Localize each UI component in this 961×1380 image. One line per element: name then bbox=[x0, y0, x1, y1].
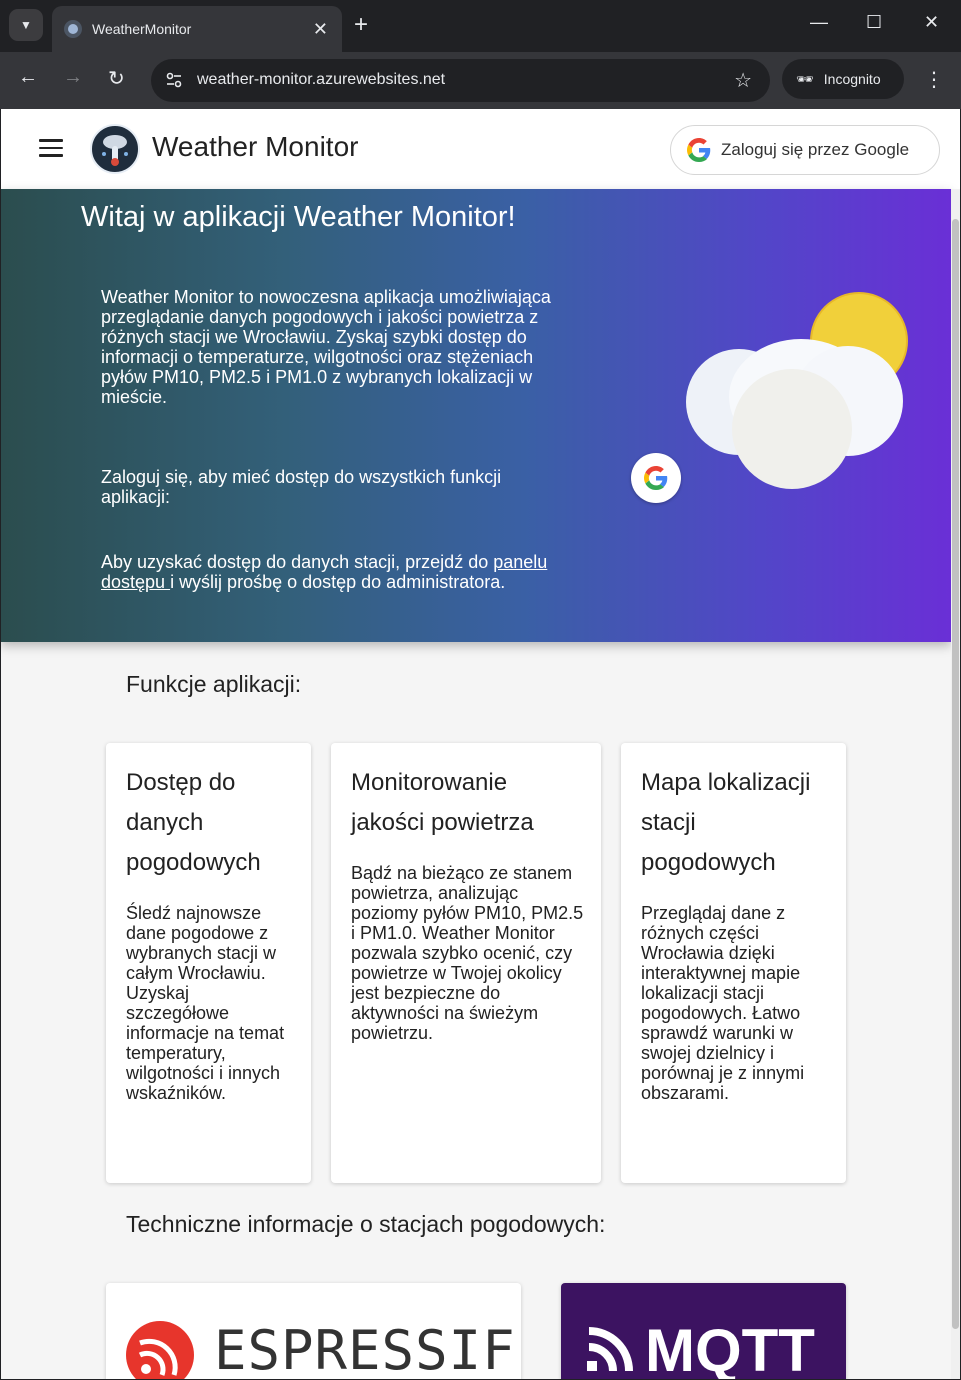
weather-illustration-icon bbox=[686, 292, 908, 489]
browser-tab-bar: ▼ WeatherMonitor ✕ + — ☐ ✕ bbox=[0, 0, 961, 52]
google-g-icon bbox=[644, 466, 668, 490]
mqtt-logo-icon bbox=[587, 1327, 633, 1372]
feature-card-text: Bądź na bieżąco ze stanem powietrza, ana… bbox=[351, 863, 584, 1043]
app-favicon-icon bbox=[64, 20, 82, 38]
back-arrow-icon[interactable]: ← bbox=[18, 66, 38, 89]
new-tab-button[interactable]: + bbox=[354, 12, 368, 38]
incognito-label: Incognito bbox=[823, 71, 881, 87]
window-close-icon[interactable]: ✕ bbox=[924, 12, 939, 33]
site-info-icon[interactable] bbox=[165, 71, 183, 89]
tech-section-title: Techniczne informacje o stacjach pogodow… bbox=[126, 1211, 606, 1237]
scrollbar-thumb[interactable] bbox=[952, 219, 959, 1329]
maximize-icon[interactable]: ☐ bbox=[866, 12, 882, 33]
hero-access-info: Aby uzyskać dostęp do danych stacji, prz… bbox=[101, 552, 561, 592]
chevron-down-icon: ▼ bbox=[20, 18, 32, 32]
browser-toolbar: ← → ↻ weather-monitor.azurewebsites.net … bbox=[0, 52, 961, 109]
feature-card-title: Mapa lokalizacji stacji pogodowych bbox=[641, 769, 811, 876]
minimize-icon[interactable]: — bbox=[810, 12, 828, 33]
google-g-icon bbox=[687, 138, 711, 162]
address-bar[interactable]: weather-monitor.azurewebsites.net ☆ bbox=[151, 59, 770, 102]
feature-card-text: Przeglądaj dane z różnych części Wrocław… bbox=[641, 903, 805, 1103]
tab-title: WeatherMonitor bbox=[92, 21, 192, 37]
hero-login-prompt: Zaloguj się, aby mieć dostęp do wszystki… bbox=[101, 467, 502, 507]
google-login-fab[interactable] bbox=[631, 453, 681, 503]
page-scrollbar[interactable] bbox=[951, 189, 960, 1379]
tab-search-button[interactable]: ▼ bbox=[9, 9, 43, 41]
feature-card-weather: Dostęp do danych pogodowych Śledź najnow… bbox=[106, 743, 311, 1183]
app-brand-title: Weather Monitor bbox=[152, 131, 359, 162]
espressif-logo-text: ESPRESSIF bbox=[214, 1319, 516, 1379]
app-logo-icon bbox=[90, 124, 140, 174]
google-login-button[interactable]: Zaloguj się przez Google bbox=[670, 125, 940, 175]
app-header: Weather Monitor Zaloguj się przez Google bbox=[1, 109, 960, 189]
incognito-badge[interactable]: 🕶 Incognito bbox=[782, 59, 904, 99]
access-text-before: Aby uzyskać dostęp do danych stacji, prz… bbox=[101, 552, 494, 572]
google-login-label: Zaloguj się przez Google bbox=[721, 140, 910, 159]
feature-card-air-quality: Monitorowanie jakości powietrza Bądź na … bbox=[331, 743, 601, 1183]
features-section-title: Funkcje aplikacji: bbox=[126, 671, 302, 697]
mqtt-logo-text: MQTT bbox=[645, 1317, 815, 1380]
hero-title: Witaj w aplikacji Weather Monitor! bbox=[81, 201, 516, 233]
feature-card-title: Monitorowanie jakości powietrza bbox=[351, 769, 534, 836]
url-text: weather-monitor.azurewebsites.net bbox=[197, 71, 446, 88]
hamburger-menu-icon[interactable] bbox=[39, 139, 63, 157]
forward-arrow-icon[interactable]: → bbox=[63, 66, 83, 89]
access-text-after: i wyślij prośbę o dostęp do administrato… bbox=[170, 572, 506, 592]
feature-card-title: Dostęp do danych pogodowych bbox=[126, 769, 261, 876]
feature-card-map: Mapa lokalizacji stacji pogodowych Przeg… bbox=[621, 743, 846, 1183]
mqtt-logo-card: MQTT bbox=[561, 1283, 846, 1379]
page-viewport: Weather Monitor Zaloguj się przez Google… bbox=[1, 109, 960, 1379]
espressif-logo-icon bbox=[126, 1321, 194, 1379]
browser-tab[interactable]: WeatherMonitor ✕ bbox=[52, 6, 342, 52]
espressif-logo-card: ESPRESSIF bbox=[106, 1283, 521, 1379]
bookmark-star-icon[interactable]: ☆ bbox=[734, 68, 752, 93]
hero-banner: Witaj w aplikacji Weather Monitor! Weath… bbox=[1, 189, 951, 642]
hero-description: Weather Monitor to nowoczesna aplikacja … bbox=[101, 287, 551, 407]
feature-card-text: Śledź najnowsze dane pogodowe z wybranyc… bbox=[126, 903, 285, 1103]
tab-close-icon[interactable]: ✕ bbox=[313, 19, 328, 40]
reload-icon[interactable]: ↻ bbox=[108, 66, 125, 91]
incognito-icon: 🕶 bbox=[796, 70, 814, 87]
menu-kebab-icon[interactable]: ⋮ bbox=[924, 67, 944, 92]
